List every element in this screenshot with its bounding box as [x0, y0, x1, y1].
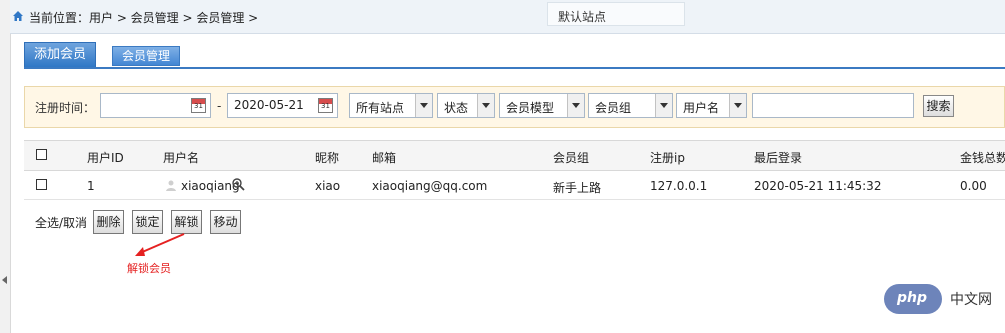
php-logo-text: php: [897, 290, 928, 306]
field-filter-select[interactable]: 用户名: [676, 93, 747, 118]
user-avatar-icon: [166, 180, 176, 191]
filter-bar: 注册时间： 31 - 2020-05-21 31 所有站点 状态 会员模型 会员组…: [24, 86, 1005, 128]
header-user-id: 用户ID: [87, 151, 124, 165]
search-button[interactable]: 搜索: [923, 95, 954, 117]
header-username: 用户名: [163, 151, 200, 165]
table-row[interactable]: 1 xiaoqiang xiao xiaoqiang@qq.com 新手上路 1…: [24, 171, 1005, 200]
home-icon: [13, 11, 23, 21]
calendar-icon[interactable]: 31: [318, 98, 333, 113]
tab-add-member[interactable]: 添加会员: [24, 42, 96, 68]
top-bar: 当前位置：用户 > 会员管理 > 会员管理 > 默认站点: [10, 0, 1005, 34]
chevron-down-icon: [572, 103, 580, 108]
watermark-site-label: 中文网: [950, 292, 992, 308]
row-register-ip: 127.0.0.1: [650, 179, 708, 193]
row-email: xiaoqiang@qq.com: [372, 179, 488, 193]
status-filter-select[interactable]: 状态: [437, 93, 495, 118]
row-checkbox[interactable]: [36, 179, 47, 190]
collapse-arrow-icon[interactable]: [2, 276, 7, 284]
dropdown-button[interactable]: [655, 94, 672, 117]
calendar-icon[interactable]: 31: [191, 98, 206, 113]
status-filter-value: 状态: [444, 101, 469, 115]
delete-button[interactable]: 删除: [93, 210, 124, 234]
site-filter-value: 所有站点: [356, 101, 405, 115]
row-nickname: xiao: [315, 179, 341, 193]
annotation-label: 解锁会员: [127, 262, 171, 275]
dropdown-button[interactable]: [477, 94, 494, 117]
model-filter-select[interactable]: 会员模型: [499, 93, 585, 118]
field-filter-value: 用户名: [683, 101, 720, 115]
group-filter-select[interactable]: 会员组: [588, 93, 673, 118]
model-filter-value: 会员模型: [506, 101, 555, 115]
date-to-input[interactable]: 2020-05-21 31: [227, 93, 338, 118]
row-money: 0.00: [960, 179, 987, 193]
registration-time-label: 注册时间：: [35, 101, 96, 115]
dropdown-button[interactable]: [567, 94, 584, 117]
member-table: 用户ID 用户名 昵称 邮箱 会员组 注册ip 最后登录 金钱总数 1 xiao…: [24, 140, 1005, 200]
left-sidebar-collapse[interactable]: [0, 0, 11, 333]
date-to-value: 2020-05-21: [234, 98, 304, 112]
row-user-id: 1: [87, 179, 95, 193]
date-range-separator: -: [217, 99, 222, 113]
row-last-login: 2020-05-21 11:45:32: [754, 179, 882, 193]
chevron-down-icon: [482, 103, 490, 108]
tab-member-management[interactable]: 会员管理: [112, 46, 180, 66]
move-button[interactable]: 移动: [210, 210, 241, 234]
header-register-ip: 注册ip: [650, 151, 685, 165]
php-logo: php: [884, 284, 942, 314]
site-selector-label: 默认站点: [558, 10, 607, 24]
site-selector[interactable]: 默认站点: [547, 2, 685, 26]
row-username[interactable]: xiaoqiang: [181, 179, 240, 193]
select-all-checkbox[interactable]: [36, 149, 47, 160]
dropdown-button[interactable]: [729, 94, 746, 117]
chevron-down-icon: [660, 103, 668, 108]
tab-bar: 添加会员 会员管理: [24, 42, 1005, 68]
header-email: 邮箱: [372, 151, 397, 165]
select-all-toggle[interactable]: 全选/取消: [35, 214, 87, 231]
search-input[interactable]: [752, 93, 914, 118]
breadcrumb: 当前位置：用户 > 会员管理 > 会员管理 >: [29, 11, 259, 25]
zoom-in-icon[interactable]: [232, 178, 245, 191]
date-from-input[interactable]: 31: [100, 93, 211, 118]
header-last-login: 最后登录: [754, 151, 803, 165]
watermark: php 中文网: [884, 284, 996, 316]
header-group: 会员组: [553, 151, 590, 165]
annotation-arrow-icon: [135, 233, 185, 256]
chevron-down-icon: [420, 103, 428, 108]
header-nickname: 昵称: [315, 151, 340, 165]
row-group: 新手上路: [553, 181, 602, 195]
table-header: 用户ID 用户名 昵称 邮箱 会员组 注册ip 最后登录 金钱总数: [24, 140, 1005, 171]
group-filter-value: 会员组: [595, 101, 632, 115]
dropdown-button[interactable]: [415, 94, 432, 117]
tab-underline: [24, 67, 1005, 69]
header-money: 金钱总数: [960, 151, 1005, 165]
site-filter-select[interactable]: 所有站点: [349, 93, 433, 118]
chevron-down-icon: [734, 103, 742, 108]
